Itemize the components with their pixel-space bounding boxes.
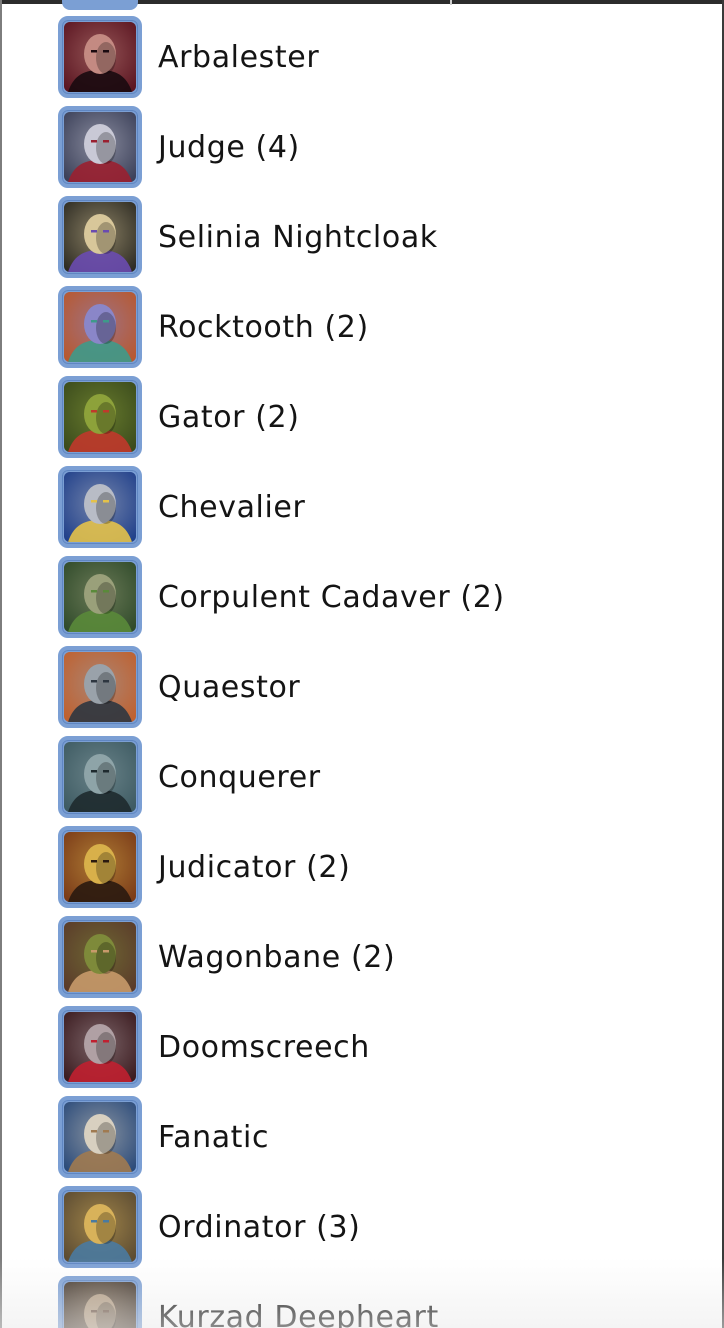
champion-avatar[interactable] [58, 286, 142, 368]
chevalier-portrait [64, 472, 136, 542]
champion-avatar[interactable] [58, 736, 142, 818]
champion-name: Fanatic [158, 1120, 270, 1155]
champion-name: Ordinator (3) [158, 1210, 361, 1245]
champion-list-item[interactable]: Chevalier [0, 464, 722, 554]
champion-name: Quaestor [158, 670, 301, 705]
champion-list-item[interactable]: Kurzad Deepheart [0, 1274, 722, 1328]
portrait-art [64, 1012, 136, 1082]
champion-list-item[interactable]: Judicator (2) [0, 824, 722, 914]
champion-name: Wagonbane (2) [158, 940, 396, 975]
champion-avatar[interactable] [58, 1186, 142, 1268]
champion-avatar[interactable] [58, 16, 142, 98]
champion-avatar[interactable] [58, 376, 142, 458]
champion-avatar[interactable] [58, 826, 142, 908]
champion-list-item[interactable]: Selinia Nightcloak [0, 194, 722, 284]
portrait-art [64, 472, 136, 542]
fanatic-portrait [64, 1102, 136, 1172]
portrait-art [64, 832, 136, 902]
champion-list-screen: Arbalester Judge (4) Selinia Nightcloak Roc… [0, 0, 724, 1328]
rocktooth-portrait [64, 292, 136, 362]
portrait-art [64, 112, 136, 182]
champion-name: Chevalier [158, 490, 306, 525]
champion-avatar[interactable] [58, 1276, 142, 1328]
champion-name: Judge (4) [158, 130, 300, 165]
champion-list-item[interactable]: Gator (2) [0, 374, 722, 464]
portrait-art [64, 562, 136, 632]
portrait-art [64, 1192, 136, 1262]
selinia-nightcloak-portrait [64, 202, 136, 272]
arbalester-portrait [64, 22, 136, 92]
judicator-portrait [64, 832, 136, 902]
portrait-art [64, 742, 136, 812]
champion-list-item[interactable]: Corpulent Cadaver (2) [0, 554, 722, 644]
portrait-art [64, 1102, 136, 1172]
champion-list-item[interactable]: Conquerer [0, 734, 722, 824]
wagonbane-portrait [64, 922, 136, 992]
portrait-art [64, 292, 136, 362]
champion-list-item[interactable]: Ordinator (3) [0, 1184, 722, 1274]
champion-name: Gator (2) [158, 400, 300, 435]
conquerer-portrait [64, 742, 136, 812]
previous-item-avatar-edge [62, 0, 138, 10]
champion-avatar[interactable] [58, 106, 142, 188]
portrait-art [64, 22, 136, 92]
portrait-art [64, 202, 136, 272]
portrait-art [64, 652, 136, 722]
champion-name: Kurzad Deepheart [158, 1300, 439, 1328]
champion-name: Conquerer [158, 760, 321, 795]
portrait-art [64, 922, 136, 992]
champion-avatar[interactable] [58, 556, 142, 638]
champion-list-item[interactable]: Wagonbane (2) [0, 914, 722, 1004]
champion-name: Selinia Nightcloak [158, 220, 438, 255]
champion-avatar[interactable] [58, 196, 142, 278]
kurzad-deepheart-portrait [64, 1282, 136, 1328]
champion-avatar[interactable] [58, 466, 142, 548]
champion-name: Arbalester [158, 40, 320, 75]
champion-avatar[interactable] [58, 646, 142, 728]
champion-avatar[interactable] [58, 1006, 142, 1088]
quaestor-portrait [64, 652, 136, 722]
champion-name: Judicator (2) [158, 850, 351, 885]
doomscreech-portrait [64, 1012, 136, 1082]
champion-name: Corpulent Cadaver (2) [158, 580, 505, 615]
champion-list-item[interactable]: Rocktooth (2) [0, 284, 722, 374]
corpulent-cadaver-portrait [64, 562, 136, 632]
champion-list-item[interactable]: Doomscreech [0, 1004, 722, 1094]
champion-avatar[interactable] [58, 916, 142, 998]
champion-name: Doomscreech [158, 1030, 370, 1065]
champion-list-item[interactable]: Arbalester [0, 14, 722, 104]
champion-avatar[interactable] [58, 1096, 142, 1178]
top-border-marker [450, 0, 452, 5]
judge-portrait [64, 112, 136, 182]
portrait-art [64, 382, 136, 452]
ordinator-portrait [64, 1192, 136, 1262]
portrait-art [64, 1282, 136, 1328]
champion-name: Rocktooth (2) [158, 310, 369, 345]
champion-list-item[interactable]: Quaestor [0, 644, 722, 734]
champion-list-item[interactable]: Fanatic [0, 1094, 722, 1184]
gator-portrait [64, 382, 136, 452]
champion-list-item[interactable]: Judge (4) [0, 104, 722, 194]
